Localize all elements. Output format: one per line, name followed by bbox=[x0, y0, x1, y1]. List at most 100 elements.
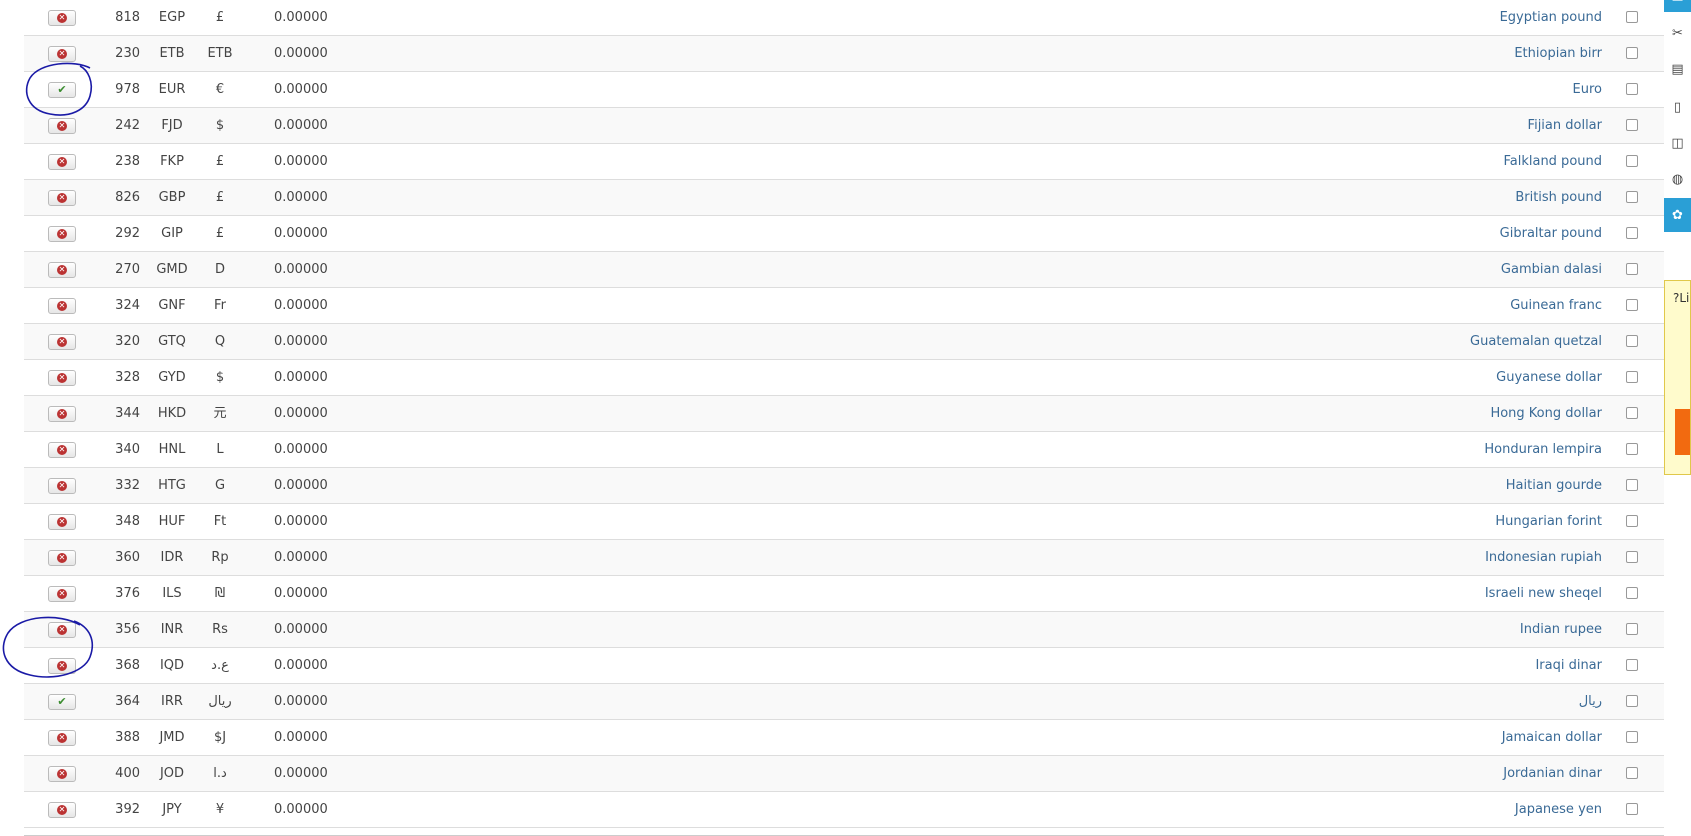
currency-numeric-code: 332 bbox=[115, 478, 140, 493]
currency-name-link[interactable]: Indonesian rupiah bbox=[1485, 550, 1602, 566]
row-select-checkbox[interactable] bbox=[1626, 371, 1638, 383]
toggle-status-button[interactable]: ✕ bbox=[48, 226, 76, 242]
table-row: ✕ 356 INR Rs 0.00000 Indian rupee bbox=[24, 612, 1664, 648]
currency-name-link[interactable]: Hungarian forint bbox=[1495, 514, 1602, 530]
table-row: ✕ 376 ILS ₪ 0.00000 Israeli new sheqel bbox=[24, 576, 1664, 612]
currency-name-link[interactable]: Guatemalan quetzal bbox=[1470, 334, 1602, 350]
currency-iso-code: IRR bbox=[161, 694, 183, 709]
row-select-checkbox[interactable] bbox=[1626, 263, 1638, 275]
toggle-status-button[interactable]: ✕ bbox=[48, 262, 76, 278]
row-select-checkbox[interactable] bbox=[1626, 227, 1638, 239]
coins-icon[interactable]: ◫ bbox=[1664, 126, 1691, 160]
currency-name-link[interactable]: Japanese yen bbox=[1515, 802, 1602, 818]
row-select-checkbox[interactable] bbox=[1626, 515, 1638, 527]
currency-name-link[interactable]: Iraqi dinar bbox=[1535, 658, 1602, 674]
row-select-checkbox[interactable] bbox=[1626, 335, 1638, 347]
currency-name-link[interactable]: Honduran lempira bbox=[1484, 442, 1602, 458]
row-select-checkbox[interactable] bbox=[1626, 443, 1638, 455]
currency-name-link[interactable]: Guyanese dollar bbox=[1496, 370, 1602, 386]
globe-icon[interactable]: ◍ bbox=[1664, 162, 1691, 196]
currency-iso-code: ILS bbox=[162, 586, 182, 601]
row-select-checkbox[interactable] bbox=[1626, 407, 1638, 419]
toggle-status-button[interactable]: ✔ bbox=[48, 694, 76, 710]
row-select-checkbox[interactable] bbox=[1626, 479, 1638, 491]
currency-name-link[interactable]: British pound bbox=[1515, 190, 1602, 206]
disabled-x-icon: ✕ bbox=[57, 625, 67, 635]
toggle-status-button[interactable]: ✕ bbox=[48, 370, 76, 386]
currency-name-link[interactable]: Egyptian pound bbox=[1500, 10, 1602, 26]
currency-symbol: Fr bbox=[214, 298, 226, 313]
currency-numeric-code: 238 bbox=[115, 154, 140, 169]
currency-symbol: G bbox=[214, 478, 226, 493]
currency-numeric-code: 340 bbox=[115, 442, 140, 457]
currency-name-link[interactable]: Israeli new sheqel bbox=[1485, 586, 1602, 602]
currency-name-link[interactable]: Euro bbox=[1573, 82, 1602, 98]
toggle-status-button[interactable]: ✕ bbox=[48, 550, 76, 566]
settings-icon[interactable]: ✿ bbox=[1664, 198, 1691, 232]
currency-symbol: Rs bbox=[212, 622, 228, 637]
toggle-status-button[interactable]: ✕ bbox=[48, 442, 76, 458]
currency-numeric-code: 392 bbox=[115, 802, 140, 817]
currency-numeric-code: 270 bbox=[115, 262, 140, 277]
currency-name-link[interactable]: Jamaican dollar bbox=[1502, 730, 1602, 746]
toggle-status-button[interactable]: ✔ bbox=[48, 82, 76, 98]
toggle-status-button[interactable]: ✕ bbox=[48, 478, 76, 494]
row-select-checkbox[interactable] bbox=[1626, 587, 1638, 599]
currency-iso-code: GMD bbox=[156, 262, 188, 277]
currency-iso-code: FKP bbox=[160, 154, 184, 169]
disabled-x-icon: ✕ bbox=[57, 121, 67, 131]
row-select-checkbox[interactable] bbox=[1626, 119, 1638, 131]
row-select-checkbox[interactable] bbox=[1626, 623, 1638, 635]
currency-name-link[interactable]: Gambian dalasi bbox=[1501, 262, 1602, 278]
tools-icon[interactable]: ✂ bbox=[1664, 16, 1691, 50]
dashboard-icon[interactable]: ▦ bbox=[1664, 0, 1691, 12]
row-select-checkbox[interactable] bbox=[1626, 803, 1638, 815]
row-select-checkbox[interactable] bbox=[1626, 191, 1638, 203]
toggle-status-button[interactable]: ✕ bbox=[48, 406, 76, 422]
row-select-checkbox[interactable] bbox=[1626, 767, 1638, 779]
currency-name-link[interactable]: Guinean franc bbox=[1510, 298, 1602, 314]
document-icon[interactable]: ▯ bbox=[1664, 90, 1691, 124]
toggle-status-button[interactable]: ✕ bbox=[48, 766, 76, 782]
row-select-checkbox[interactable] bbox=[1626, 299, 1638, 311]
currency-symbol: $J bbox=[213, 730, 227, 745]
toggle-status-button[interactable]: ✕ bbox=[48, 46, 76, 62]
currency-name-link[interactable]: Gibraltar pound bbox=[1500, 226, 1602, 242]
row-select-checkbox[interactable] bbox=[1626, 83, 1638, 95]
chart-icon[interactable]: ▤ bbox=[1664, 52, 1691, 86]
currency-name-link[interactable]: Falkland pound bbox=[1503, 154, 1602, 170]
row-select-checkbox[interactable] bbox=[1626, 11, 1638, 23]
toggle-status-button[interactable]: ✕ bbox=[48, 334, 76, 350]
currency-numeric-code: 292 bbox=[115, 226, 140, 241]
toggle-status-button[interactable]: ✕ bbox=[48, 190, 76, 206]
currency-name-link[interactable]: ریال bbox=[1579, 694, 1602, 710]
toggle-status-button[interactable]: ✕ bbox=[48, 514, 76, 530]
currency-iso-code: GBP bbox=[158, 190, 186, 205]
toggle-status-button[interactable]: ✕ bbox=[48, 298, 76, 314]
currency-name-link[interactable]: Jordanian dinar bbox=[1503, 766, 1602, 782]
exchange-rate: 0.00000 bbox=[274, 766, 328, 781]
currency-name-link[interactable]: Fijian dollar bbox=[1528, 118, 1602, 134]
toggle-status-button[interactable]: ✕ bbox=[48, 10, 76, 26]
toggle-status-button[interactable]: ✕ bbox=[48, 586, 76, 602]
table-row: ✕ 270 GMD D 0.00000 Gambian dalasi bbox=[24, 252, 1664, 288]
toggle-status-button[interactable]: ✕ bbox=[48, 622, 76, 638]
toggle-status-button[interactable]: ✕ bbox=[48, 154, 76, 170]
currency-name-link[interactable]: Ethiopian birr bbox=[1514, 46, 1602, 62]
toggle-status-button[interactable]: ✕ bbox=[48, 118, 76, 134]
currency-name-link[interactable]: Haitian gourde bbox=[1506, 478, 1602, 494]
row-select-checkbox[interactable] bbox=[1626, 47, 1638, 59]
row-select-checkbox[interactable] bbox=[1626, 659, 1638, 671]
toggle-status-button[interactable]: ✕ bbox=[48, 802, 76, 818]
disabled-x-icon: ✕ bbox=[57, 265, 67, 275]
table-row: ✕ 292 GIP £0.00000 Gibraltar pound bbox=[24, 216, 1664, 252]
row-select-checkbox[interactable] bbox=[1626, 155, 1638, 167]
promo-button[interactable] bbox=[1675, 409, 1690, 455]
currency-name-link[interactable]: Indian rupee bbox=[1520, 622, 1602, 638]
row-select-checkbox[interactable] bbox=[1626, 551, 1638, 563]
currency-name-link[interactable]: Hong Kong dollar bbox=[1490, 406, 1602, 422]
toggle-status-button[interactable]: ✕ bbox=[48, 658, 76, 674]
toggle-status-button[interactable]: ✕ bbox=[48, 730, 76, 746]
row-select-checkbox[interactable] bbox=[1626, 695, 1638, 707]
row-select-checkbox[interactable] bbox=[1626, 731, 1638, 743]
